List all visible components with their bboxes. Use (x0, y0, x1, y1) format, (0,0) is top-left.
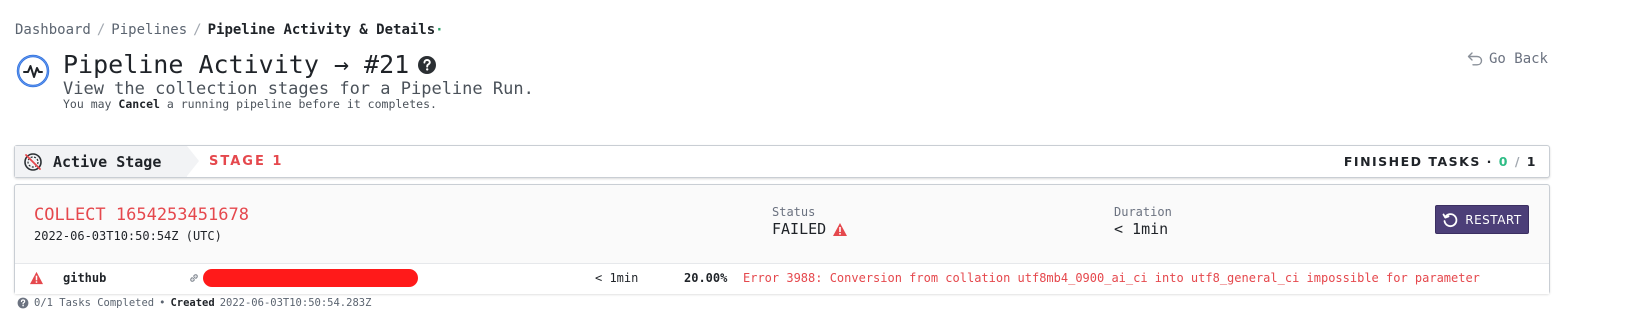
finished-tasks-total: 1 (1526, 154, 1537, 169)
task-row-error: Error 3988: Conversion from collation ut… (743, 271, 1480, 285)
task-title: COLLECT 1654253451678 (34, 205, 249, 225)
task-row-progress: 20.00% (684, 271, 728, 285)
go-back-button[interactable]: Go Back (1467, 51, 1548, 67)
pipeline-activity-icon (16, 54, 50, 88)
stage-arrow (187, 146, 199, 176)
breadcrumb-dashboard-link[interactable]: Dashboard (15, 22, 91, 38)
finished-tasks-separator: / (1514, 154, 1521, 169)
page-title: Pipeline Activity → #21 (63, 50, 437, 79)
redacted-url (203, 269, 418, 287)
restart-label: RESTART (1465, 212, 1522, 227)
task-card: COLLECT 1654253451678 2022-06-03T10:50:5… (14, 184, 1550, 294)
warning-icon (833, 222, 848, 236)
task-row-duration: < 1min (595, 271, 639, 285)
tasks-completed: 0/1 Tasks Completed (34, 297, 155, 309)
breadcrumb-pipelines-link[interactable]: Pipelines (111, 22, 187, 38)
status-text: FAILED (772, 220, 827, 238)
cancel-note: You may Cancel a running pipeline before… (63, 97, 437, 111)
footer-bullet: • (159, 297, 166, 309)
active-stage-label: Active Stage (53, 152, 162, 171)
cancel-note-suffix: a running pipeline before it completes. (166, 97, 437, 111)
created-label: Created (170, 297, 215, 309)
go-back-label: Go Back (1488, 51, 1548, 67)
card-footer: 0/1 Tasks Completed • Created 2022-06-03… (17, 297, 371, 309)
created-value: 2022-06-03T10:50:54.283Z (219, 297, 372, 309)
breadcrumb-separator: / (193, 22, 202, 38)
task-row: github < 1min 20.00% Error 3988: Convers… (15, 264, 1549, 294)
undo-icon (1467, 52, 1483, 66)
restart-button[interactable]: RESTART (1435, 205, 1529, 234)
task-date: 2022-06-03T10:50:54Z (UTC) (34, 229, 222, 243)
breadcrumb: Dashboard / Pipelines / Pipeline Activity & … (15, 22, 444, 38)
stage-icon (24, 152, 42, 171)
task-provider: github (63, 271, 107, 285)
breadcrumb-dot: · (435, 22, 444, 38)
finished-tasks: FINISHED TASKS · 0 / 1 (1344, 154, 1537, 169)
restart-icon (1442, 212, 1458, 227)
page-title-text: Pipeline Activity → #21 (63, 50, 410, 79)
stage-name: STAGE 1 (209, 154, 284, 169)
active-stage-tab: Active Stage (15, 146, 187, 177)
finished-tasks-label: FINISHED TASKS · (1343, 154, 1493, 169)
duration-label: Duration (1114, 205, 1172, 219)
status-label: Status (772, 205, 816, 219)
link-icon[interactable] (189, 273, 199, 283)
breadcrumb-current: Pipeline Activity & Details (207, 22, 436, 38)
duration-value: < 1min (1114, 220, 1169, 238)
finished-tasks-done: 0 (1498, 154, 1509, 169)
status-value: FAILED (772, 220, 848, 238)
page-subtitle: View the collection stages for a Pipelin… (63, 79, 534, 99)
warning-icon (29, 271, 44, 285)
help-icon[interactable] (17, 297, 29, 309)
cancel-note-emphasis: Cancel (118, 97, 160, 111)
stage-bar: Active Stage STAGE 1 FINISHED TASKS · 0 … (14, 145, 1550, 178)
breadcrumb-separator: / (96, 22, 106, 38)
cancel-note-prefix: You may (63, 97, 112, 111)
help-icon[interactable] (417, 55, 437, 75)
